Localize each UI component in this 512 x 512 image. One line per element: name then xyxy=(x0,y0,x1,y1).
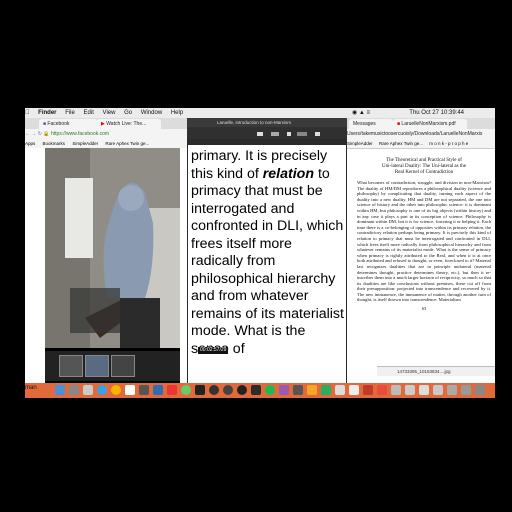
bookmark-simpleadder[interactable]: SimpleAdder xyxy=(72,141,98,146)
menubar-clock[interactable]: Thu Oct 27 10:39:44 xyxy=(409,108,464,118)
app-icon[interactable] xyxy=(181,385,191,395)
bookmark-aphex[interactable]: Rare Aphex Twin ge... xyxy=(105,141,149,146)
app-icon[interactable] xyxy=(237,385,247,395)
lock-icon: 🔒 xyxy=(43,131,50,137)
menu-view[interactable]: View xyxy=(103,108,116,118)
app-icon[interactable] xyxy=(279,385,289,395)
app-icon[interactable] xyxy=(209,385,219,395)
desktop-screen:  Finder File Edit View Go Window Help ◉… xyxy=(25,108,495,398)
left-tab-strip: ■ Facebook ▶ Watch Live: The... xyxy=(25,118,193,129)
dock: man xyxy=(25,383,495,398)
left-page-margin xyxy=(25,148,45,383)
right-url[interactable]: Users/takemusictoosercuoisly/Downloads/L… xyxy=(347,131,482,137)
right-browser-window: Messages ■ LaruelleNonMarxism.pdf Users/… xyxy=(347,118,495,383)
app-icon[interactable] xyxy=(363,385,373,395)
menu-finder[interactable]: Finder xyxy=(38,108,56,118)
app-icon[interactable] xyxy=(377,385,387,395)
tab-facebook[interactable]: ■ Facebook xyxy=(39,119,98,129)
app-icon[interactable] xyxy=(349,385,359,395)
status-icons[interactable]: ◉ ▲ ≡ xyxy=(352,108,370,118)
tab-pdf[interactable]: ■ LaruelleNonMarxism.pdf xyxy=(393,119,467,129)
apple-menu-icon[interactable]:  xyxy=(25,108,30,118)
finder-icon[interactable] xyxy=(55,385,65,395)
chrome-icon[interactable] xyxy=(111,385,121,395)
menu-help[interactable]: Help xyxy=(171,108,183,118)
live-video-player[interactable] xyxy=(45,148,180,383)
tab-watch-live[interactable]: ▶ Watch Live: The... xyxy=(97,119,161,129)
app-icon[interactable] xyxy=(391,385,401,395)
thumbnail[interactable] xyxy=(85,355,109,377)
dark-tab-strip[interactable]: Laruelle, introduction to non-Marxism xyxy=(187,118,347,127)
spotify-icon[interactable] xyxy=(265,385,275,395)
youtube-icon: ▶ xyxy=(101,121,105,127)
tab-label: Messages xyxy=(353,121,376,127)
tab-messages[interactable]: Messages xyxy=(349,119,393,129)
bookmark-bookmarks[interactable]: Bookmarks xyxy=(43,141,66,146)
video-thumbnail-strip xyxy=(45,351,180,381)
trash-icon[interactable] xyxy=(475,385,485,395)
overlay-paragraph: primary. It is precisely this kind of re… xyxy=(188,145,346,358)
bookmark-monk[interactable]: m o n k - p r o p h e xyxy=(429,141,468,146)
menu-edit[interactable]: Edit xyxy=(84,108,94,118)
left-address-bar[interactable]: ← → ↻ 🔒 https://www.facebook.com xyxy=(25,129,193,139)
menu-bar:  Finder File Edit View Go Window Help ◉… xyxy=(25,108,495,118)
left-browser-window: ■ Facebook ▶ Watch Live: The... ← → ↻ 🔒 … xyxy=(25,118,193,383)
app-icon[interactable] xyxy=(405,385,415,395)
app-icon[interactable] xyxy=(321,385,331,395)
app-icon[interactable] xyxy=(223,385,233,395)
facebook-icon: ■ xyxy=(43,121,47,127)
app-icon[interactable] xyxy=(167,385,177,395)
app-icon[interactable] xyxy=(433,385,443,395)
dock-left-label: man xyxy=(25,385,37,391)
bookmark-simpleadder[interactable]: SimpleAdder xyxy=(347,141,373,146)
safari-icon[interactable] xyxy=(97,385,107,395)
app-icon[interactable] xyxy=(447,385,457,395)
nav-arrows-icon[interactable]: ← → ↻ xyxy=(25,131,42,137)
video-timestamp: 00:02:57/29 xyxy=(198,347,229,354)
app-icon[interactable] xyxy=(251,385,261,395)
app-icon[interactable] xyxy=(307,385,317,395)
thumbnail[interactable] xyxy=(59,355,83,377)
app-icon[interactable] xyxy=(461,385,471,395)
video-scene xyxy=(45,148,180,348)
calendar-icon[interactable] xyxy=(125,385,135,395)
app-icon[interactable] xyxy=(195,385,205,395)
pdf-title-line: Real Kernel of Contradiction xyxy=(394,170,454,175)
left-url[interactable]: https://www.facebook.com xyxy=(51,131,109,137)
pdf-page-number: 63 xyxy=(421,306,427,312)
tab-label: LaruelleNonMarxism.pdf xyxy=(401,121,456,127)
bookmark-apps[interactable]: Apps xyxy=(25,141,35,146)
menu-file[interactable]: File xyxy=(65,108,75,118)
pdf-body-text: What becomes of contradiction, struggle,… xyxy=(357,180,491,303)
right-bookmarks-bar: SimpleAdder Rare Aphex Twin ge... m o n … xyxy=(347,139,495,149)
app-icon[interactable] xyxy=(419,385,429,395)
right-address-bar[interactable]: Users/takemusictoosercuoisly/Downloads/L… xyxy=(347,129,495,139)
tab-label: Watch Live: The... xyxy=(106,121,147,127)
overlay-text-end: to primacy that must be interrogated and… xyxy=(191,165,344,357)
bookmark-aphex[interactable]: Rare Aphex Twin ge... xyxy=(379,141,423,146)
pdf-page[interactable]: The Theoretical and Practical Style of U… xyxy=(355,152,493,378)
menu-go[interactable]: Go xyxy=(124,108,132,118)
dark-tab-title[interactable]: Laruelle, introduction to non-Marxism xyxy=(217,120,291,125)
pdf-icon: ■ xyxy=(397,121,401,127)
launchpad-icon[interactable] xyxy=(69,385,79,395)
menu-window[interactable]: Window xyxy=(141,108,162,118)
tab-label: Facebook xyxy=(47,121,70,127)
right-tab-strip: Messages ■ LaruelleNonMarxism.pdf xyxy=(347,118,495,129)
video-frame[interactable] xyxy=(45,148,180,348)
dark-toolbar xyxy=(187,127,347,139)
overlay-emphasis: relation xyxy=(262,165,315,182)
toolbar-icons xyxy=(257,132,320,136)
download-file-name[interactable]: 14733395_10153834....jpg xyxy=(397,369,451,374)
download-bar[interactable]: 14733395_10153834....jpg xyxy=(377,366,495,376)
app-icon[interactable] xyxy=(335,385,345,395)
thumbnail[interactable] xyxy=(111,355,135,377)
app-icon[interactable] xyxy=(153,385,163,395)
pdf-chapter-title: The Theoretical and Practical Style of U… xyxy=(355,158,493,176)
app-icon[interactable] xyxy=(139,385,149,395)
app-icon[interactable] xyxy=(293,385,303,395)
system-icon[interactable] xyxy=(83,385,93,395)
